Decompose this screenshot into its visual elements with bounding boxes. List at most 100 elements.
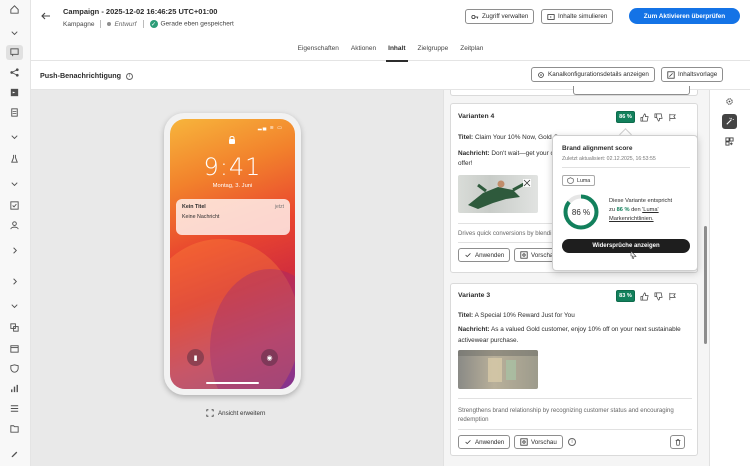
message-value: Don't wait—get your c: [491, 150, 554, 157]
lock-icon: [226, 134, 238, 146]
camera-icon: ◉: [261, 349, 278, 366]
audience-icon[interactable]: [8, 219, 21, 232]
home-icon[interactable]: [8, 3, 21, 16]
brand-tag: Luma: [562, 175, 596, 186]
thumbs-down-icon[interactable]: [654, 292, 663, 301]
right-tool-rail: [709, 90, 750, 466]
template-icon: [667, 70, 675, 79]
document-icon[interactable]: [8, 106, 21, 119]
check-icon: [465, 440, 471, 445]
tab-properties[interactable]: Eigenschaften: [292, 41, 345, 61]
guidelines-link[interactable]: Markenrichtlinien.: [609, 216, 654, 222]
status-bar-icons: ▂▄ ≋ ▭: [257, 125, 283, 131]
tab-schedule[interactable]: Zeitplan: [454, 41, 489, 61]
partial-button[interactable]: [573, 86, 690, 95]
channel-config-label: Kanalkonfigurationsdetails anzeigen: [548, 71, 649, 78]
message-label: Nachricht:: [458, 150, 490, 157]
brand-score-badge[interactable]: 83 %: [616, 290, 635, 302]
back-arrow-icon[interactable]: [40, 10, 53, 23]
channel-config-button[interactable]: Kanalkonfigurationsdetails anzeigen: [531, 67, 655, 82]
flag-icon[interactable]: [668, 113, 677, 122]
info-icon[interactable]: i: [126, 72, 134, 80]
push-notification-preview: Kein Titel jetzt Keine Nachricht: [176, 199, 290, 235]
content-icon[interactable]: [8, 86, 21, 99]
lock-screen: ▂▄ ≋ ▭ 9:41 Montag, 3. Juni Kein Titel j…: [170, 119, 295, 389]
tab-actions[interactable]: Aktionen: [345, 41, 382, 61]
chevron-down-icon[interactable]: [8, 131, 21, 144]
tab-bar: Eigenschaften Aktionen Inhalt Zielgruppe…: [31, 41, 750, 62]
simulate-content-button[interactable]: Inhalte simulieren: [541, 9, 614, 24]
status-dot-icon: [107, 21, 112, 26]
preview-icon: [547, 13, 555, 20]
apply-button[interactable]: Anwenden: [458, 248, 511, 262]
brand-score-badge[interactable]: 86 %: [616, 111, 635, 123]
simulate-content-label: Inhalte simulieren: [558, 13, 608, 20]
flag-icon[interactable]: [668, 292, 677, 301]
list-icon[interactable]: [8, 402, 21, 415]
title-value: A Special 10% Reward Just for You: [474, 312, 575, 319]
brand-link[interactable]: 'Luma': [642, 207, 658, 213]
divider: [562, 167, 690, 168]
info-icon[interactable]: i: [568, 438, 576, 446]
settings-icon: [538, 71, 544, 78]
variant-message: Nachricht: As a valued Gold customer, en…: [458, 325, 690, 335]
variant-label: Varianten 4: [458, 113, 495, 120]
lock-screen-time: 9:41: [203, 153, 262, 181]
thumbs-up-icon[interactable]: [640, 113, 649, 122]
delete-button[interactable]: [670, 435, 685, 449]
settings-icon[interactable]: [722, 94, 737, 109]
variant-image: [458, 350, 538, 389]
expand-view-button[interactable]: Ansicht erweitern: [206, 409, 265, 417]
manage-access-button[interactable]: Zugriff verwalten: [465, 9, 535, 24]
phone-mockup: ▂▄ ≋ ▭ 9:41 Montag, 3. Juni Kein Titel j…: [164, 113, 301, 395]
save-status-text: Gerade eben gespeichert: [160, 20, 234, 28]
reports-icon[interactable]: [8, 382, 21, 395]
message-value: As a valued Gold customer, enjoy 10% off…: [491, 326, 681, 333]
scrollbar-thumb[interactable]: [704, 226, 707, 344]
shield-icon[interactable]: [8, 362, 21, 375]
magic-wand-icon[interactable]: [722, 114, 737, 129]
title-label: Titel:: [458, 312, 474, 319]
decision-icon[interactable]: [8, 199, 21, 212]
title-value: Claim Your 10% Now, Gold C: [474, 134, 559, 141]
thumbs-down-icon[interactable]: [654, 113, 663, 122]
score-ring-label: 86 %: [571, 207, 591, 217]
apply-label: Anwenden: [475, 438, 505, 446]
expand-icon: [206, 409, 214, 417]
chevron-down-icon[interactable]: [8, 178, 21, 191]
brand-icon: [567, 177, 574, 184]
campaign-icon[interactable]: [6, 45, 23, 60]
explanation-prefix: zu: [609, 207, 617, 213]
tab-content[interactable]: Inhalt: [382, 41, 411, 62]
apply-label: Anwenden: [475, 251, 505, 259]
apply-button[interactable]: Anwenden: [458, 435, 511, 449]
show-contradictions-button[interactable]: Widersprüche anzeigen: [562, 239, 690, 253]
manage-access-label: Zugriff verwalten: [482, 13, 529, 20]
journey-icon[interactable]: [8, 66, 21, 79]
chevron-right-icon[interactable]: [8, 244, 21, 257]
brand-alignment-popover: Brand alignment score Zuletzt aktualisie…: [552, 135, 698, 271]
campaign-meta: Kampagne Entwurf ✓ Gerade eben gespeicher…: [63, 20, 234, 28]
review-to-activate-button[interactable]: Zum Aktivieren überprüfen: [629, 8, 740, 24]
grid-tools-icon[interactable]: [722, 134, 737, 149]
calendar-icon[interactable]: [8, 342, 21, 355]
preview-button[interactable]: Vorschau: [514, 435, 563, 449]
edit-icon[interactable]: [8, 447, 21, 460]
explanation-percent: 86 %: [616, 207, 630, 213]
chevron-down-icon[interactable]: [8, 27, 21, 40]
trash-icon: [675, 439, 680, 446]
last-updated-text: Zuletzt aktualisiert: 02.12.2025, 16:53:…: [562, 156, 656, 162]
chevron-down-icon[interactable]: [8, 300, 21, 313]
thumbs-up-icon[interactable]: [640, 292, 649, 301]
tab-audience[interactable]: Zielgruppe: [412, 41, 455, 61]
content-template-button[interactable]: Inhaltsvorlage: [661, 67, 724, 82]
section-title-text: Push-Benachrichtigung: [40, 71, 122, 80]
flashlight-icon: ▮: [187, 349, 204, 366]
folder-icon[interactable]: [8, 422, 21, 435]
campaign-type: Kampagne: [63, 20, 95, 28]
chevron-right-icon[interactable]: [8, 275, 21, 288]
experiment-icon[interactable]: [8, 152, 21, 165]
page-title: Campaign - 2025-12-02 16:46:25 UTC+01:00: [63, 7, 218, 16]
channels-icon[interactable]: [8, 321, 21, 334]
section-title: Push-Benachrichtigung i: [40, 71, 134, 80]
